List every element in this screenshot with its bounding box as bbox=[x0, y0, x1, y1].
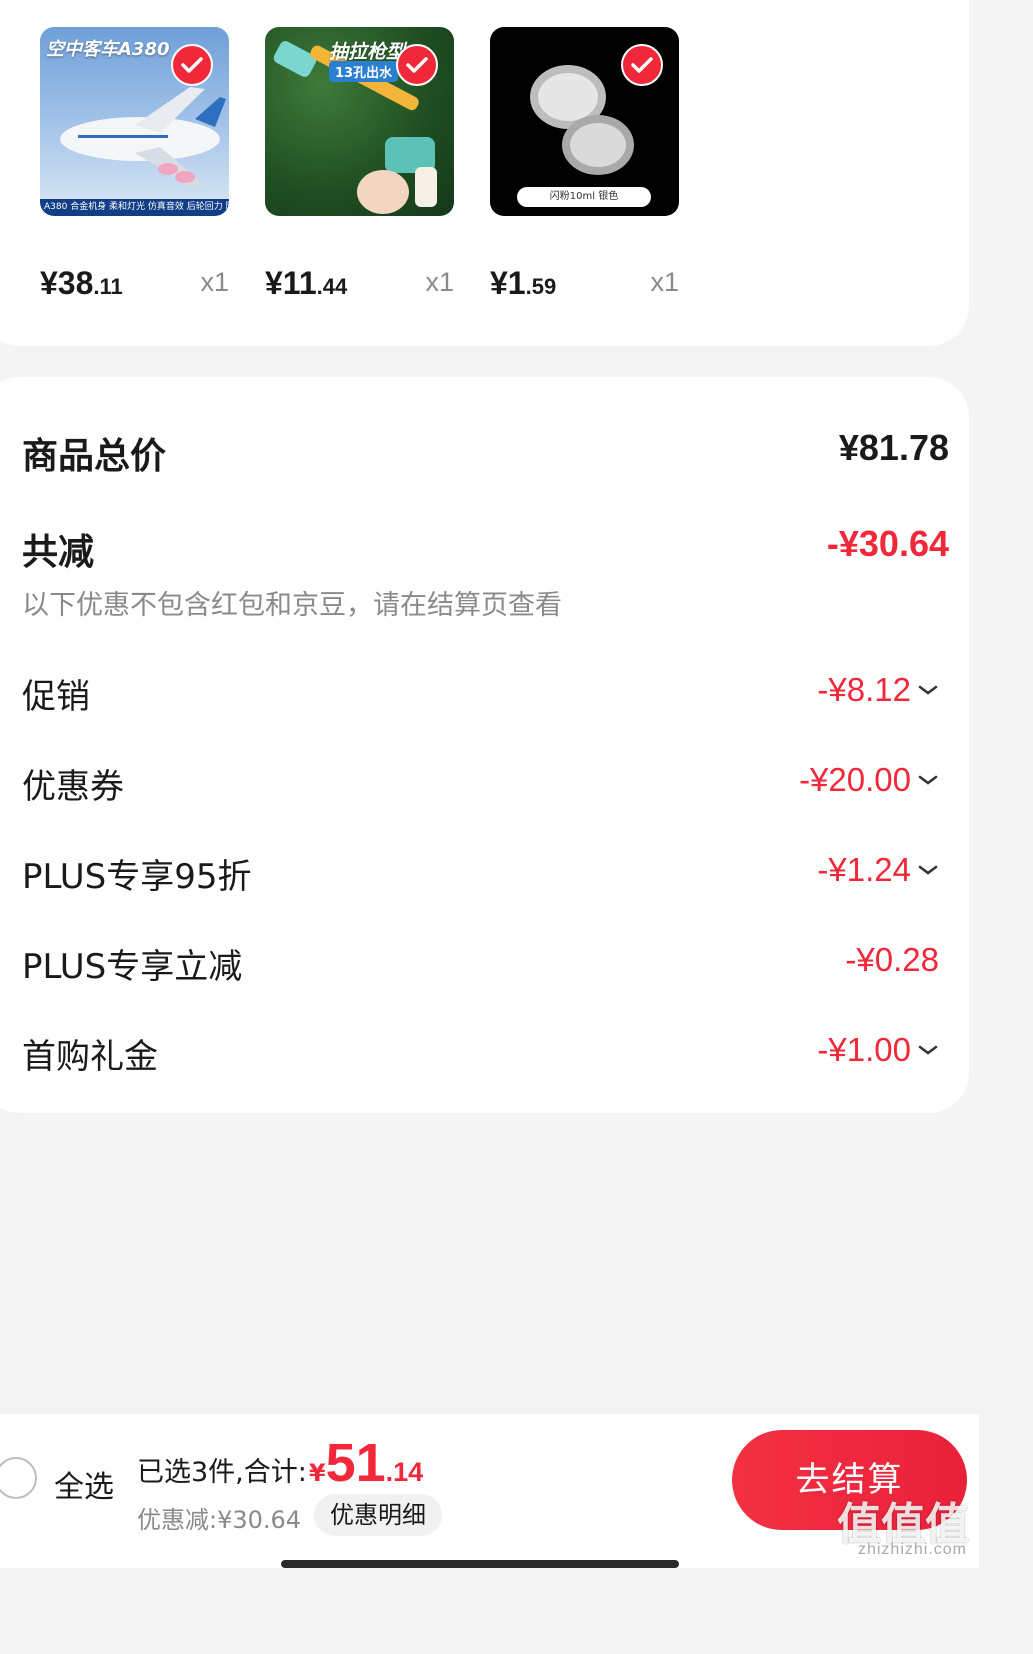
promotion-label: 促销 bbox=[22, 677, 90, 717]
selected-check-icon[interactable] bbox=[171, 44, 213, 86]
total-amount-integer: 51 bbox=[325, 1433, 386, 1493]
checkout-bar: 全选 已选3件,合计: ¥ 51 .14 优惠减:¥30.64 优惠明细 去结算 bbox=[0, 1414, 979, 1568]
total-reduction-label: 共减 bbox=[22, 532, 95, 573]
discount-summary: 优惠减:¥30.64 bbox=[137, 1506, 302, 1534]
product-quantity[interactable]: x1 bbox=[650, 267, 679, 298]
product-image-title: 抽拉枪型 bbox=[329, 41, 406, 63]
total-price-value: ¥81.78 bbox=[838, 427, 949, 468]
chevron-down-icon[interactable] bbox=[917, 863, 939, 877]
product-price: ¥1.59 bbox=[490, 265, 557, 301]
product-image-glitter[interactable]: 闪粉10ml 银色 bbox=[490, 27, 679, 216]
plus-discount-value[interactable]: -¥1.24 bbox=[817, 851, 939, 889]
product-image-airplane[interactable]: 空中客车A380 A380 合金机身 柔和灯光 仿真音效 后轮回力 附赠支架 bbox=[40, 27, 229, 216]
product-price-row: ¥11.44 x1 bbox=[265, 262, 454, 302]
discount-note: 以下优惠不包含红包和京豆，请在结算页查看 bbox=[22, 590, 562, 621]
product-quantity[interactable]: x1 bbox=[200, 267, 229, 298]
total-price-label: 商品总价 bbox=[22, 436, 167, 477]
product-image-title: 空中客车A380 bbox=[46, 39, 170, 60]
plus-reduction-amount: -¥0.28 bbox=[845, 941, 939, 978]
promotion-value[interactable]: -¥8.12 bbox=[817, 671, 939, 709]
price-summary-card: 商品总价 ¥81.78 共减 -¥30.64 以下优惠不包含红包和京豆，请在结算… bbox=[0, 377, 969, 1113]
selected-total-prefix: 已选3件,合计: bbox=[137, 1457, 307, 1488]
first-purchase-value[interactable]: -¥1.00 bbox=[817, 1031, 939, 1069]
selected-check-icon[interactable] bbox=[621, 44, 663, 86]
product-price: ¥11.44 bbox=[265, 265, 348, 301]
promotion-amount: -¥8.12 bbox=[817, 671, 911, 708]
plus-discount-label: PLUS专享95折 bbox=[22, 857, 252, 897]
first-purchase-label: 首购礼金 bbox=[22, 1037, 158, 1077]
coupon-amount: -¥20.00 bbox=[799, 761, 911, 798]
product-price-row: ¥38.11 x1 bbox=[40, 262, 229, 302]
product-image-subtitle: 13孔出水 bbox=[329, 61, 399, 82]
product-image-label: 闪粉10ml 银色 bbox=[517, 187, 651, 207]
product-image-water-gun[interactable]: 抽拉枪型 13孔出水 bbox=[265, 27, 454, 216]
product-image-footer: A380 合金机身 柔和灯光 仿真音效 后轮回力 附赠支架 bbox=[40, 199, 229, 216]
select-all-label[interactable]: 全选 bbox=[54, 1462, 114, 1506]
chevron-down-icon[interactable] bbox=[917, 1043, 939, 1057]
product-price-row: ¥1.59 x1 bbox=[490, 262, 679, 302]
product-card: 空中客车A380 A380 合金机身 柔和灯光 仿真音效 后轮回力 附赠支架 抽… bbox=[0, 0, 969, 346]
total-reduction-value: -¥30.64 bbox=[826, 523, 949, 564]
home-indicator[interactable] bbox=[281, 1560, 679, 1568]
plus-reduction-value: -¥0.28 bbox=[845, 941, 939, 979]
coupon-value[interactable]: -¥20.00 bbox=[799, 761, 939, 799]
plus-reduction-label: PLUS专享立减 bbox=[22, 947, 243, 987]
chevron-down-icon[interactable] bbox=[917, 683, 939, 697]
selected-total: 已选3件,合计: ¥ 51 .14 bbox=[137, 1432, 423, 1494]
plus-discount-amount: -¥1.24 bbox=[817, 851, 911, 888]
product-quantity[interactable]: x1 bbox=[425, 267, 454, 298]
select-all-radio[interactable] bbox=[0, 1457, 37, 1499]
total-currency: ¥ bbox=[308, 1459, 326, 1487]
watermark-site: zhizhizhi.com bbox=[857, 1541, 967, 1558]
first-purchase-amount: -¥1.00 bbox=[817, 1031, 911, 1068]
total-amount-decimal: .14 bbox=[385, 1457, 424, 1487]
selected-check-icon[interactable] bbox=[396, 44, 438, 86]
product-price: ¥38.11 bbox=[40, 265, 123, 301]
coupon-label: 优惠券 bbox=[22, 767, 124, 807]
chevron-down-icon[interactable] bbox=[917, 773, 939, 787]
discount-detail-button[interactable]: 优惠明细 bbox=[314, 1494, 442, 1536]
